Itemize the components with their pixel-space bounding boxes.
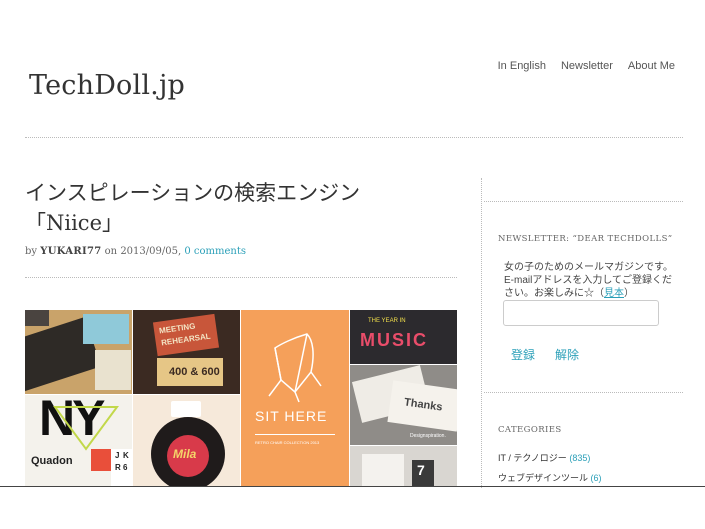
thumb-letter-j: J xyxy=(115,451,120,460)
thumb-text-quadon: Quadon xyxy=(31,455,73,467)
thumb-sit-here: SIT HERE RETRO CHAIR COLLECTION 2013 xyxy=(241,310,349,486)
thumb-thanks: Thanks Designspiration. xyxy=(350,365,457,445)
thumb-text-year-in: THE YEAR IN xyxy=(368,318,406,324)
newsletter-description: 女の子のためのメールマガジンです。E-mailアドレスを入力してご登録ください。… xyxy=(504,261,679,300)
sidebar-mid-divider xyxy=(484,392,683,393)
top-nav: In English Newsletter About Me xyxy=(498,60,675,72)
post-meta: by YUKARI77 on 2013/09/05, 0 comments xyxy=(25,246,246,257)
thumb-mila: Mila xyxy=(133,395,240,486)
category-count: (835) xyxy=(569,453,591,463)
thumb-text-sit-here: SIT HERE xyxy=(255,408,328,424)
thumb-text-retro: RETRO CHAIR COLLECTION 2013 xyxy=(255,440,320,445)
newsletter-widget-title: NEWSLETTER: “DEAR TECHDOLLS” xyxy=(498,234,673,244)
window-bottom-edge xyxy=(0,486,705,487)
meta-on: on xyxy=(104,246,118,257)
thumb-text-nums: 400 & 600 xyxy=(169,366,220,378)
category-name[interactable]: ウェブデザインツール xyxy=(498,473,588,483)
post-title-line2: 「Niice」 xyxy=(25,211,123,235)
thumb-letter-6: 6 xyxy=(123,463,128,472)
post-title-line1: インスピレーションの検索エンジン xyxy=(25,181,361,205)
thumb-ny: NY Quadon J K R 6 xyxy=(25,395,132,486)
category-count: (6) xyxy=(590,473,602,483)
categories-widget-title: CATEGORIES xyxy=(498,425,562,435)
newsletter-text: 女の子のためのメールマガジンです。E-mailアドレスを入力してご登録ください。… xyxy=(504,262,673,299)
site-title[interactable]: TechDoll.jp xyxy=(29,70,185,101)
triangle-shape xyxy=(53,406,119,451)
meta-by: by xyxy=(25,246,38,257)
thumb-text-mila: Mila xyxy=(173,447,197,461)
post-author[interactable]: YUKARI77 xyxy=(40,246,101,257)
thumb-letter-r: R xyxy=(115,463,121,472)
category-name[interactable]: IT / テクノロジー xyxy=(498,453,567,463)
subscribe-button[interactable]: 登録 xyxy=(511,346,535,363)
newsletter-text-end: ） xyxy=(624,288,634,299)
chair-illustration xyxy=(268,333,322,403)
sidebar-top-divider xyxy=(484,201,683,202)
sample-link[interactable]: 見本 xyxy=(604,288,624,299)
featured-image: MEETING REHEARSAL 400 & 600 SIT HERE RET… xyxy=(25,310,457,486)
thumb-meeting-rehearsal: MEETING REHEARSAL 400 & 600 xyxy=(133,310,240,394)
post-date: 2013/09/05, xyxy=(120,246,182,257)
post-divider xyxy=(25,277,457,278)
post-title[interactable]: インスピレーションの検索エンジン 「Niice」 xyxy=(25,178,465,238)
newsletter-email-input[interactable] xyxy=(503,300,659,326)
category-item[interactable]: IT / テクノロジー (835) xyxy=(498,451,590,464)
thumb-text-music: MUSIC xyxy=(360,330,428,350)
comments-link[interactable]: 0 comments xyxy=(184,246,246,257)
nav-about-me[interactable]: About Me xyxy=(628,60,675,72)
nav-newsletter[interactable]: Newsletter xyxy=(561,60,613,72)
thumb-letter-k: K xyxy=(123,451,129,460)
thumb-seven: 7 xyxy=(350,446,457,486)
thumb-ticket xyxy=(25,310,132,394)
unsubscribe-button[interactable]: 解除 xyxy=(555,346,579,363)
header-divider xyxy=(25,137,683,138)
thumb-text-designspiration: Designspiration. xyxy=(410,433,446,439)
thumb-music: THE YEAR IN MUSIC xyxy=(350,310,457,364)
category-item[interactable]: ウェブデザインツール (6) xyxy=(498,471,602,484)
thumb-text-seven: 7 xyxy=(417,462,425,478)
sidebar-divider xyxy=(481,178,482,488)
nav-in-english[interactable]: In English xyxy=(498,60,546,72)
